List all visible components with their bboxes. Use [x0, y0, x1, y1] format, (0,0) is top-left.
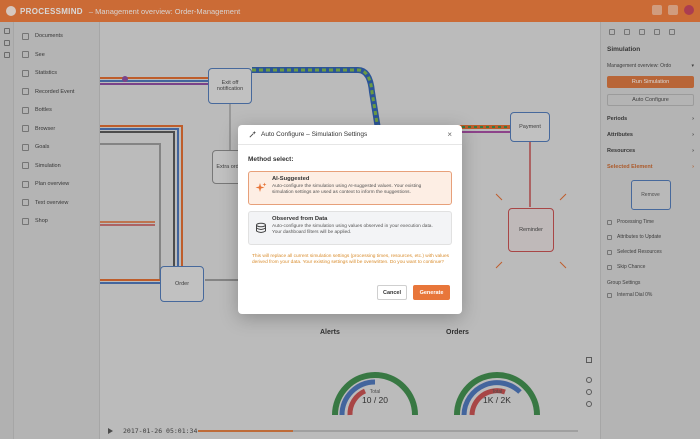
database-icon [256, 222, 266, 233]
dialog-title: Auto Configure – Simulation Settings [261, 131, 368, 138]
overwrite-warning: This will replace all current simulation… [252, 254, 450, 266]
option-title: AI-Suggested [272, 176, 310, 182]
option-ai-suggested[interactable]: AI-Suggested Auto-configure the simulati… [248, 171, 452, 205]
option-title: Observed from Data [272, 216, 328, 222]
magic-wand-icon [249, 130, 257, 138]
auto-configure-dialog: Auto Configure – Simulation Settings × M… [238, 125, 462, 314]
close-icon[interactable]: × [447, 130, 452, 139]
sparkle-icon [255, 182, 267, 192]
dialog-header: Auto Configure – Simulation Settings × [238, 125, 462, 145]
method-select-label: Method select: [248, 156, 294, 163]
dialog-body: Method select: AI-Suggested Auto-configu… [238, 145, 462, 267]
option-description: Auto-configure the simulation using valu… [272, 224, 433, 236]
option-description: Auto-configure the simulation using AI-s… [272, 184, 422, 196]
cancel-button[interactable]: Cancel [377, 285, 407, 300]
generate-button[interactable]: Generate [413, 285, 450, 300]
option-observed-from-data[interactable]: Observed from Data Auto-configure the si… [248, 211, 452, 245]
dialog-footer: Cancel Generate [377, 285, 450, 300]
